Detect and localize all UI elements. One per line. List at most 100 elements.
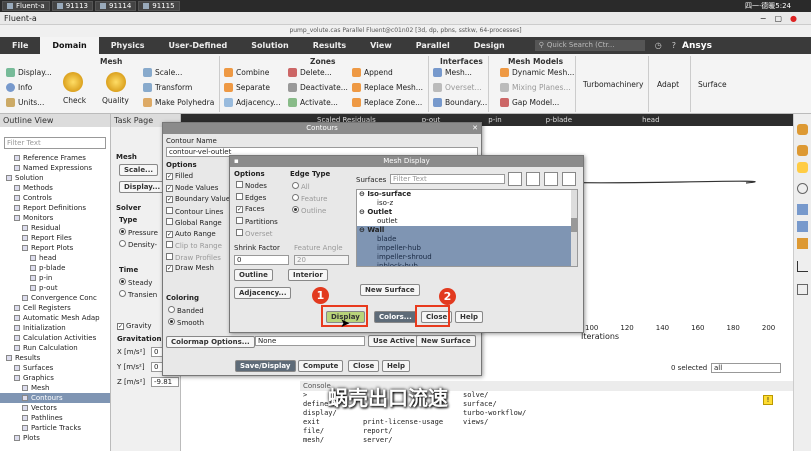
quick-search[interactable]: ⚲ Quick Search (Ctr...: [534, 40, 645, 51]
clock-icon[interactable]: ◷: [655, 41, 662, 50]
tab-file[interactable]: File: [0, 37, 40, 54]
surface-item[interactable]: outlet: [357, 217, 577, 226]
lights-icon[interactable]: [797, 238, 808, 249]
scrollbar[interactable]: [571, 190, 577, 266]
contour-option-checkbox[interactable]: Contour Lines: [166, 206, 230, 219]
contours-help-button[interactable]: Help: [382, 360, 411, 372]
contour-option-checkbox[interactable]: Clip to Range: [166, 241, 230, 253]
outline-item[interactable]: Contours: [0, 393, 110, 403]
filter-icon[interactable]: [508, 172, 522, 186]
mesh-transform-button[interactable]: Transform: [143, 83, 192, 92]
turbomachinery-button[interactable]: Turbomachinery: [583, 80, 643, 89]
iso-view-icon[interactable]: [797, 221, 808, 232]
selection-filter-dropdown[interactable]: all: [711, 363, 781, 373]
gap-model-button[interactable]: Gap Model...: [500, 98, 559, 107]
outline-item[interactable]: Automatic Mesh Adap: [0, 313, 110, 323]
tab-parallel[interactable]: Parallel: [404, 37, 462, 54]
time-transient-radio[interactable]: Transien: [119, 290, 157, 299]
outline-item[interactable]: Graphics: [0, 373, 110, 383]
outline-item[interactable]: Convergence Conc: [0, 293, 110, 303]
fit-icon[interactable]: [797, 204, 808, 215]
outline-item[interactable]: Report Definitions: [0, 203, 110, 213]
outline-item[interactable]: Solution: [0, 173, 110, 183]
append-button[interactable]: Append: [352, 68, 393, 77]
pan-icon[interactable]: [797, 145, 808, 156]
surface-group[interactable]: ⊖ Wall: [357, 226, 577, 235]
use-active-button[interactable]: Use Active: [368, 335, 420, 347]
interior-button[interactable]: Interior: [288, 269, 328, 281]
adjacency-button[interactable]: Adjacency...: [224, 98, 281, 107]
gravity-checkbox[interactable]: ✓ Gravity: [117, 322, 152, 330]
surface-item[interactable]: blade: [357, 235, 577, 244]
surface-item[interactable]: iso-z: [357, 199, 577, 208]
save-display-button[interactable]: Save/Display: [235, 360, 296, 372]
shrink-factor-input[interactable]: 0: [234, 255, 289, 265]
surface-group[interactable]: ⊖ Outlet: [357, 208, 577, 217]
tab-design[interactable]: Design: [462, 37, 517, 54]
mesh-quality-button[interactable]: Quality: [102, 96, 129, 105]
outline-item[interactable]: p-in: [0, 273, 110, 283]
mesh-info-button[interactable]: Info: [6, 83, 32, 92]
help-icon[interactable]: ?: [672, 41, 676, 50]
delete-button[interactable]: Delete...: [288, 68, 332, 77]
mesh-check-button[interactable]: Check: [63, 96, 86, 105]
type-pressure-radio[interactable]: Pressure: [119, 228, 158, 237]
surfaces-list[interactable]: ⊖ Iso-surface iso-z ⊖ Outlet outlet ⊖ Wall bl…: [356, 189, 578, 267]
mesh-display-button[interactable]: Display...: [6, 68, 52, 77]
close-window-icon[interactable]: ●: [790, 14, 805, 23]
outline-item[interactable]: Residual: [0, 223, 110, 233]
mesh-option-checkbox[interactable]: ✓ Faces: [236, 205, 278, 217]
outline-item[interactable]: Surfaces: [0, 363, 110, 373]
graphics-tab[interactable]: p-blade: [532, 116, 602, 124]
surface-type-dropdown[interactable]: None: [255, 336, 365, 346]
time-steady-radio[interactable]: Steady: [119, 278, 152, 287]
dynamic-mesh-button[interactable]: Dynamic Mesh...: [500, 68, 574, 77]
contour-option-checkbox[interactable]: ✓ Auto Range: [166, 230, 230, 242]
window-controls[interactable]: −▢●: [760, 14, 805, 23]
outline-item[interactable]: Mesh: [0, 383, 110, 393]
tab-results[interactable]: Results: [301, 37, 358, 54]
outline-item[interactable]: Cell Registers: [0, 303, 110, 313]
mesh-option-checkbox[interactable]: Overset: [236, 229, 278, 241]
outline-filter-input[interactable]: Filter Text: [4, 137, 106, 149]
contour-option-checkbox[interactable]: ✓ Node Values: [166, 184, 230, 196]
task-display-button[interactable]: Display...: [119, 181, 166, 193]
outline-item[interactable]: Named Expressions: [0, 163, 110, 173]
deselect-icon[interactable]: [544, 172, 558, 186]
mixing-planes-button[interactable]: Mixing Planes...: [500, 83, 571, 92]
activate-button[interactable]: Activate...: [288, 98, 338, 107]
edge-feature-radio[interactable]: Feature: [292, 194, 327, 203]
outline-item[interactable]: Initialization: [0, 323, 110, 333]
mesh-units-button[interactable]: Units...: [6, 98, 44, 107]
outline-item[interactable]: Pathlines: [0, 413, 110, 423]
taskbar-item[interactable]: 91113: [51, 1, 93, 11]
compute-button[interactable]: Compute: [298, 360, 344, 372]
surface-item[interactable]: inblock-hub: [357, 262, 577, 266]
rotate-icon[interactable]: [797, 124, 808, 135]
contour-option-checkbox[interactable]: Global Range: [166, 218, 230, 230]
mesh-help-button[interactable]: Help: [455, 311, 484, 323]
outline-item[interactable]: Calculation Activities: [0, 333, 110, 343]
tab-physics[interactable]: Physics: [99, 37, 157, 54]
view-icon[interactable]: [797, 183, 808, 194]
mesh-new-surface-button[interactable]: New Surface: [360, 284, 420, 296]
select-all-icon[interactable]: [526, 172, 540, 186]
outline-item[interactable]: Results: [0, 353, 110, 363]
contours-new-surface-button[interactable]: New Surface: [416, 335, 476, 347]
mesh-option-checkbox[interactable]: Nodes: [236, 181, 278, 193]
combine-button[interactable]: Combine: [224, 68, 269, 77]
outline-button[interactable]: Outline: [234, 269, 273, 281]
replace-zone-button[interactable]: Replace Zone...: [352, 98, 422, 107]
outline-item[interactable]: Reference Frames: [0, 153, 110, 163]
make-polyhedra-button[interactable]: Make Polyhedra: [143, 98, 214, 107]
surfaces-filter-input[interactable]: Filter Text: [390, 174, 505, 184]
contours-close-button[interactable]: Close: [348, 360, 380, 372]
gravity-z-input[interactable]: -9.81: [151, 377, 179, 387]
outline-item[interactable]: Report Files: [0, 233, 110, 243]
tab-view[interactable]: View: [358, 37, 404, 54]
overset-button[interactable]: Overset...: [433, 83, 482, 92]
surface-item[interactable]: impeller-shroud: [357, 253, 577, 262]
outline-item[interactable]: Particle Tracks: [0, 423, 110, 433]
taskbar-item[interactable]: Fluent-a: [2, 1, 50, 11]
adapt-button[interactable]: Adapt: [657, 80, 679, 89]
